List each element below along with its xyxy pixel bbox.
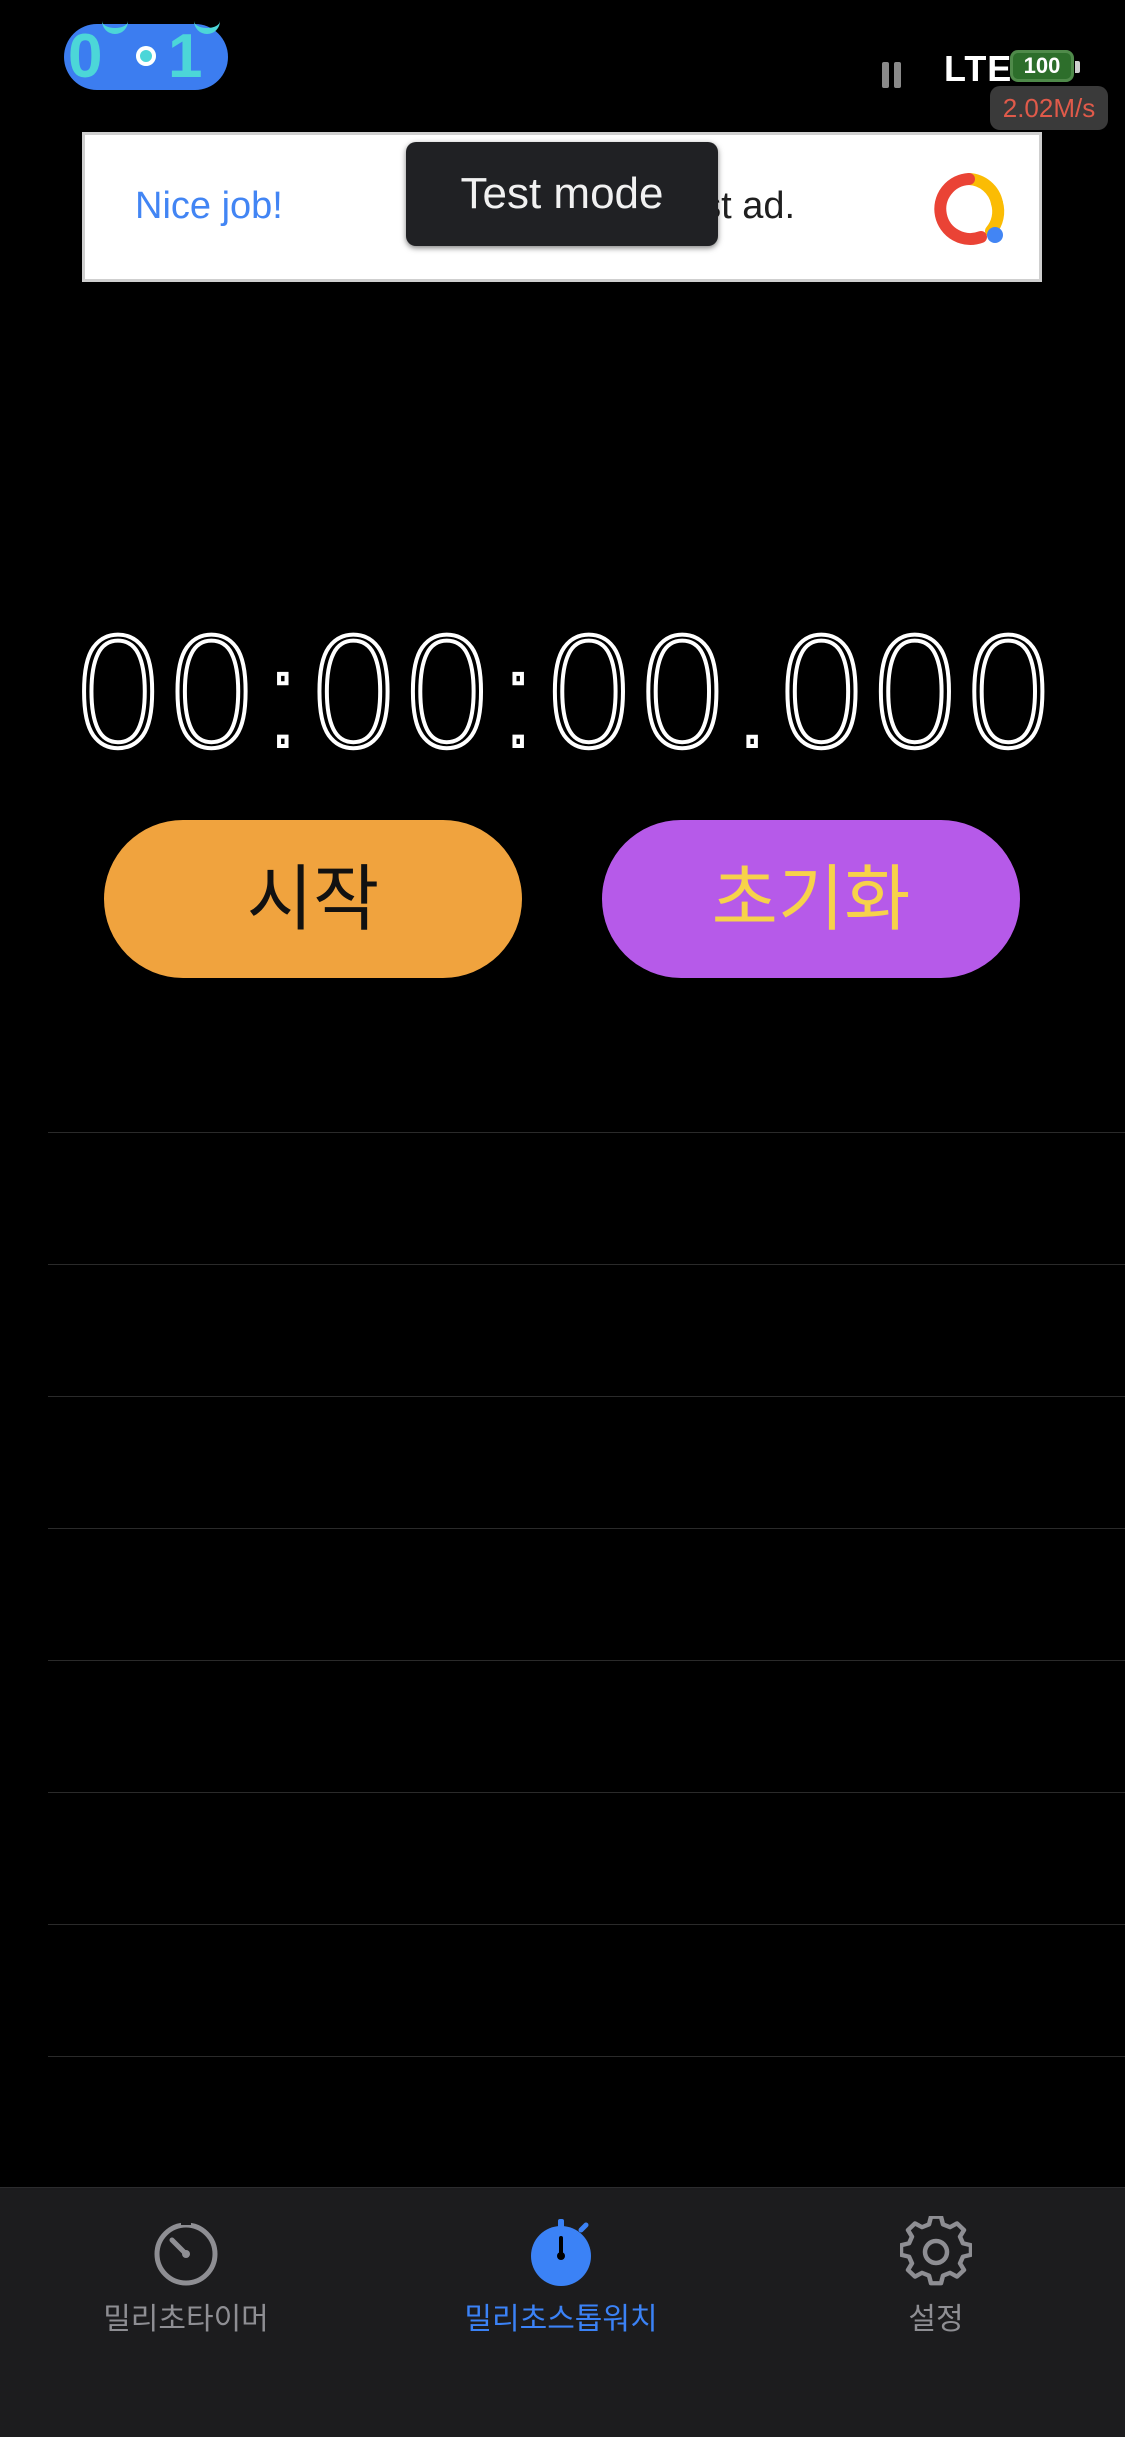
lap-row	[48, 1264, 1125, 1396]
pause-icon	[882, 62, 902, 88]
stopwatch-icon	[531, 2219, 591, 2286]
tab-timer[interactable]: 밀리초타이머	[36, 2216, 336, 2338]
lap-list[interactable]	[48, 1132, 1125, 2188]
tab-stopwatch[interactable]: 밀리초스톱워치	[411, 2216, 711, 2338]
tab-timer-label: 밀리초타이머	[103, 2302, 269, 2337]
battery-icon: 100	[1010, 50, 1080, 82]
battery-level: 100	[1023, 53, 1061, 78]
lap-row	[48, 1660, 1125, 1792]
lap-row	[48, 1792, 1125, 1924]
pill-dot	[136, 46, 156, 66]
start-button[interactable]: 시작	[104, 820, 522, 978]
test-mode-toast: Test mode	[406, 142, 718, 246]
tab-settings[interactable]: 설정	[786, 2216, 1086, 2338]
lap-row	[48, 1924, 1125, 2056]
net-speed-badge: 2.02M/s	[990, 86, 1108, 130]
tab-bar: 밀리초타이머 밀리초스톱워치 설정	[0, 2187, 1125, 2437]
lap-row	[48, 1132, 1125, 1264]
tab-stopwatch-label: 밀리초스톱워치	[464, 2302, 658, 2337]
network-type: LTE	[944, 48, 1013, 89]
admob-logo-icon	[934, 173, 1005, 245]
lap-row	[48, 1528, 1125, 1660]
lap-row	[48, 2056, 1125, 2188]
lap-row	[48, 1396, 1125, 1528]
reset-button[interactable]: 초기화	[602, 820, 1020, 978]
gear-icon	[900, 2216, 972, 2286]
timer-icon	[154, 2219, 218, 2286]
pill-ornament	[102, 10, 128, 34]
ad-headline: Nice job!	[135, 185, 283, 227]
tab-settings-label: 설정	[908, 2302, 964, 2337]
app-status-pill[interactable]: 0 1	[64, 24, 228, 90]
pill-glyph: 0	[68, 22, 103, 91]
status-bar: 0 1 LTE 100 2.02M/s	[0, 0, 1125, 130]
stopwatch-display: 00:00:00.000	[69, 606, 1059, 784]
pill-glyph: 1	[168, 22, 203, 91]
